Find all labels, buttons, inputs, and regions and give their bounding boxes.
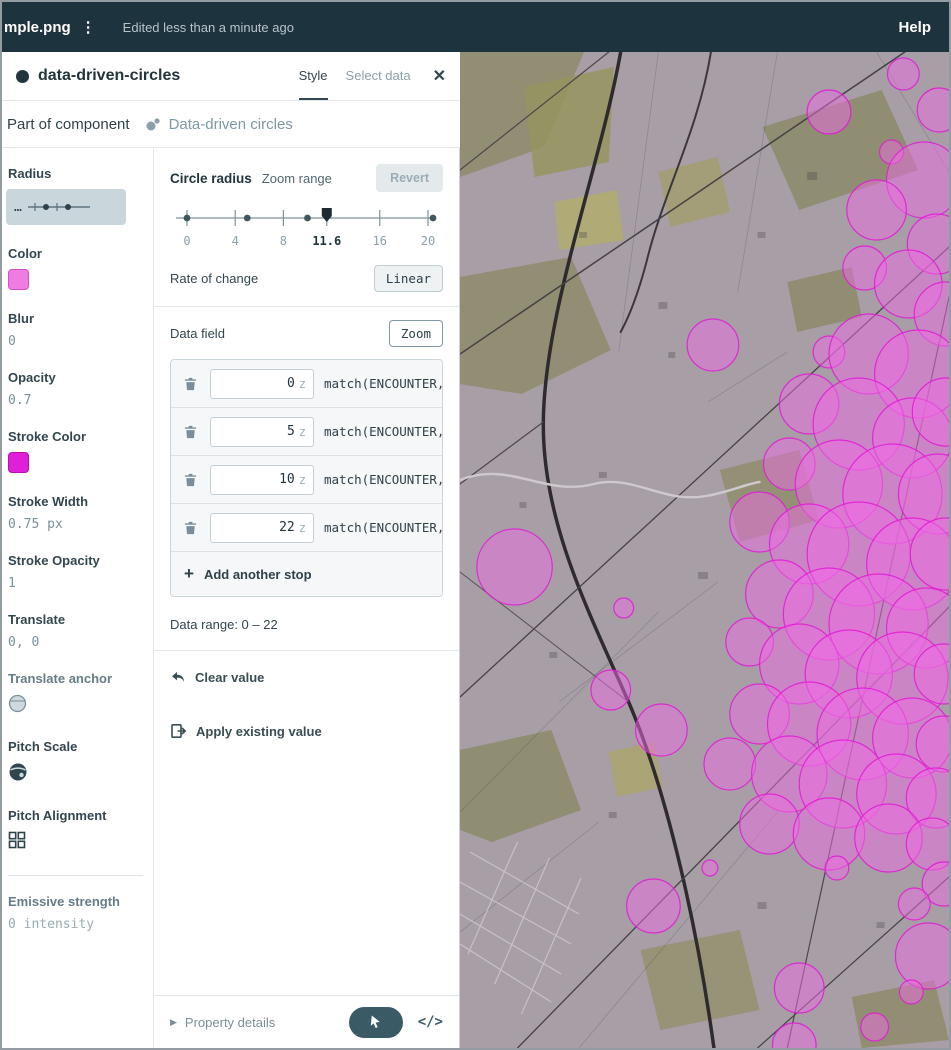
sidebar-item-emissive-strength[interactable]: Emissive strength 0 intensity <box>8 894 153 932</box>
tab-style[interactable]: Style <box>299 52 328 100</box>
circle-layer-icon <box>16 70 29 83</box>
svg-text:20: 20 <box>421 234 435 248</box>
sidebar-item-opacity[interactable]: Opacity 0.7 <box>8 370 153 408</box>
sidebar-item-pitch-alignment[interactable]: Pitch Alignment <box>8 808 153 854</box>
layer-panel: data-driven-circles Style Select data ✕ … <box>2 52 460 1048</box>
zoom-range-slider[interactable]: 0 4 8 16 20 11.6 <box>170 198 443 257</box>
code-view-button[interactable]: </> <box>418 1014 443 1030</box>
stops-list: 0 z match(ENCOUNTER, 5 z <box>170 359 443 597</box>
add-another-stop-button[interactable]: + Add another stop <box>171 552 442 596</box>
app-window: mple.png ⋮ Edited less than a minute ago… <box>0 0 951 1050</box>
sidebar-item-stroke-color[interactable]: Stroke Color <box>8 429 153 473</box>
clear-value-button[interactable]: Clear value <box>170 670 443 685</box>
zoom-slider-svg: 0 4 8 16 20 11.6 <box>170 198 451 252</box>
file-name: mple.png <box>4 19 71 36</box>
sidebar-item-blur[interactable]: Blur 0 <box>8 311 153 349</box>
svg-text:0: 0 <box>183 234 190 248</box>
stop-zoom-input[interactable]: 5 z <box>210 417 314 447</box>
data-field-button[interactable]: Zoom <box>389 320 443 347</box>
mini-slider-icon <box>27 200 91 214</box>
data-field-row: Data field Zoom <box>170 307 443 359</box>
stop-zoom-input[interactable]: 22 z <box>210 513 314 543</box>
panel-header: data-driven-circles Style Select data ✕ <box>2 52 460 101</box>
revert-button[interactable]: Revert <box>376 164 443 192</box>
trash-icon[interactable] <box>181 470 200 490</box>
sidebar-item-translate-anchor[interactable]: Translate anchor <box>8 671 153 718</box>
triangle-icon: ▶ <box>170 1017 177 1028</box>
data-range-text: Data range: 0 – 22 <box>170 617 443 632</box>
apply-existing-value-button[interactable]: Apply existing value <box>170 723 443 739</box>
sidebar-item-radius[interactable]: Radius … <box>8 166 153 225</box>
stop-expression[interactable]: match(ENCOUNTER, <box>324 472 442 487</box>
tab-select-data[interactable]: Select data <box>346 52 411 100</box>
panel-footer: ▶ Property details </> <box>154 995 459 1048</box>
stop-expression[interactable]: match(ENCOUNTER, <box>324 520 442 535</box>
help-link[interactable]: Help <box>898 19 931 36</box>
edited-status: Edited less than a minute ago <box>123 20 294 35</box>
rate-of-change-label: Rate of change <box>170 271 258 286</box>
svg-text:11.6: 11.6 <box>312 234 341 248</box>
layer-title: data-driven-circles <box>38 67 180 85</box>
stop-row: 0 z match(ENCOUNTER, <box>171 360 442 408</box>
sidebar-item-color[interactable]: Color <box>8 246 153 290</box>
top-bar: mple.png ⋮ Edited less than a minute ago… <box>2 2 949 52</box>
sidebar-item-stroke-opacity[interactable]: Stroke Opacity 1 <box>8 553 153 591</box>
divider <box>154 650 459 651</box>
map-canvas[interactable] <box>460 52 949 1048</box>
stop-expression[interactable]: match(ENCOUNTER, <box>324 424 442 439</box>
stop-row: 5 z match(ENCOUNTER, <box>171 408 442 456</box>
stop-row: 22 z match(ENCOUNTER, <box>171 504 442 552</box>
stop-zoom-input[interactable]: 10 z <box>210 465 314 495</box>
svg-text:16: 16 <box>373 234 387 248</box>
map-svg <box>460 52 949 1048</box>
stop-row: 10 z match(ENCOUNTER, <box>171 456 442 504</box>
cursor-icon <box>368 1014 383 1030</box>
section-title: Circle radius <box>170 171 252 186</box>
component-row: Part of component Data-driven circles <box>2 101 460 148</box>
svg-text:4: 4 <box>232 234 239 248</box>
globe-icon <box>8 694 27 713</box>
panel-tabs: Style Select data <box>299 52 411 100</box>
property-sidebar: Radius … C <box>2 148 154 1048</box>
stop-expression[interactable]: match(ENCOUNTER, <box>324 376 442 391</box>
section-header: Circle radius Zoom range Revert <box>170 164 443 192</box>
kebab-menu-icon[interactable]: ⋮ <box>81 18 97 36</box>
apply-value-icon <box>170 723 187 739</box>
sidebar-item-translate[interactable]: Translate 0, 0 <box>8 612 153 650</box>
trash-icon[interactable] <box>181 422 200 442</box>
radius-zoom-preview[interactable]: … <box>6 189 126 225</box>
dark-globe-icon <box>8 762 28 782</box>
section-subtitle: Zoom range <box>262 171 332 186</box>
grid-icon <box>8 831 26 849</box>
close-icon[interactable]: ✕ <box>433 66 446 86</box>
sidebar-divider <box>8 875 143 876</box>
sidebar-item-stroke-width[interactable]: Stroke Width 0.75 px <box>8 494 153 532</box>
property-details-toggle[interactable]: ▶ Property details <box>170 1015 275 1030</box>
color-swatch[interactable] <box>8 269 29 290</box>
trash-icon[interactable] <box>181 518 200 538</box>
trash-icon[interactable] <box>181 374 200 394</box>
svg-text:8: 8 <box>280 234 287 248</box>
stop-zoom-input[interactable]: 0 z <box>210 369 314 399</box>
sidebar-item-pitch-scale[interactable]: Pitch Scale <box>8 739 153 787</box>
undo-icon <box>170 670 186 685</box>
rate-of-change-button[interactable]: Linear <box>374 265 443 292</box>
rate-of-change-row: Rate of change Linear <box>170 257 443 306</box>
component-prefix: Part of component <box>7 116 130 133</box>
stroke-color-swatch[interactable] <box>8 452 29 473</box>
select-mode-button[interactable] <box>349 1007 403 1038</box>
component-link[interactable]: Data-driven circles <box>169 116 293 133</box>
data-field-label: Data field <box>170 326 225 341</box>
component-icon <box>144 117 161 132</box>
plus-icon: + <box>184 564 194 584</box>
radius-editor: Circle radius Zoom range Revert 0 4 8 16 20 1… <box>154 148 460 1048</box>
